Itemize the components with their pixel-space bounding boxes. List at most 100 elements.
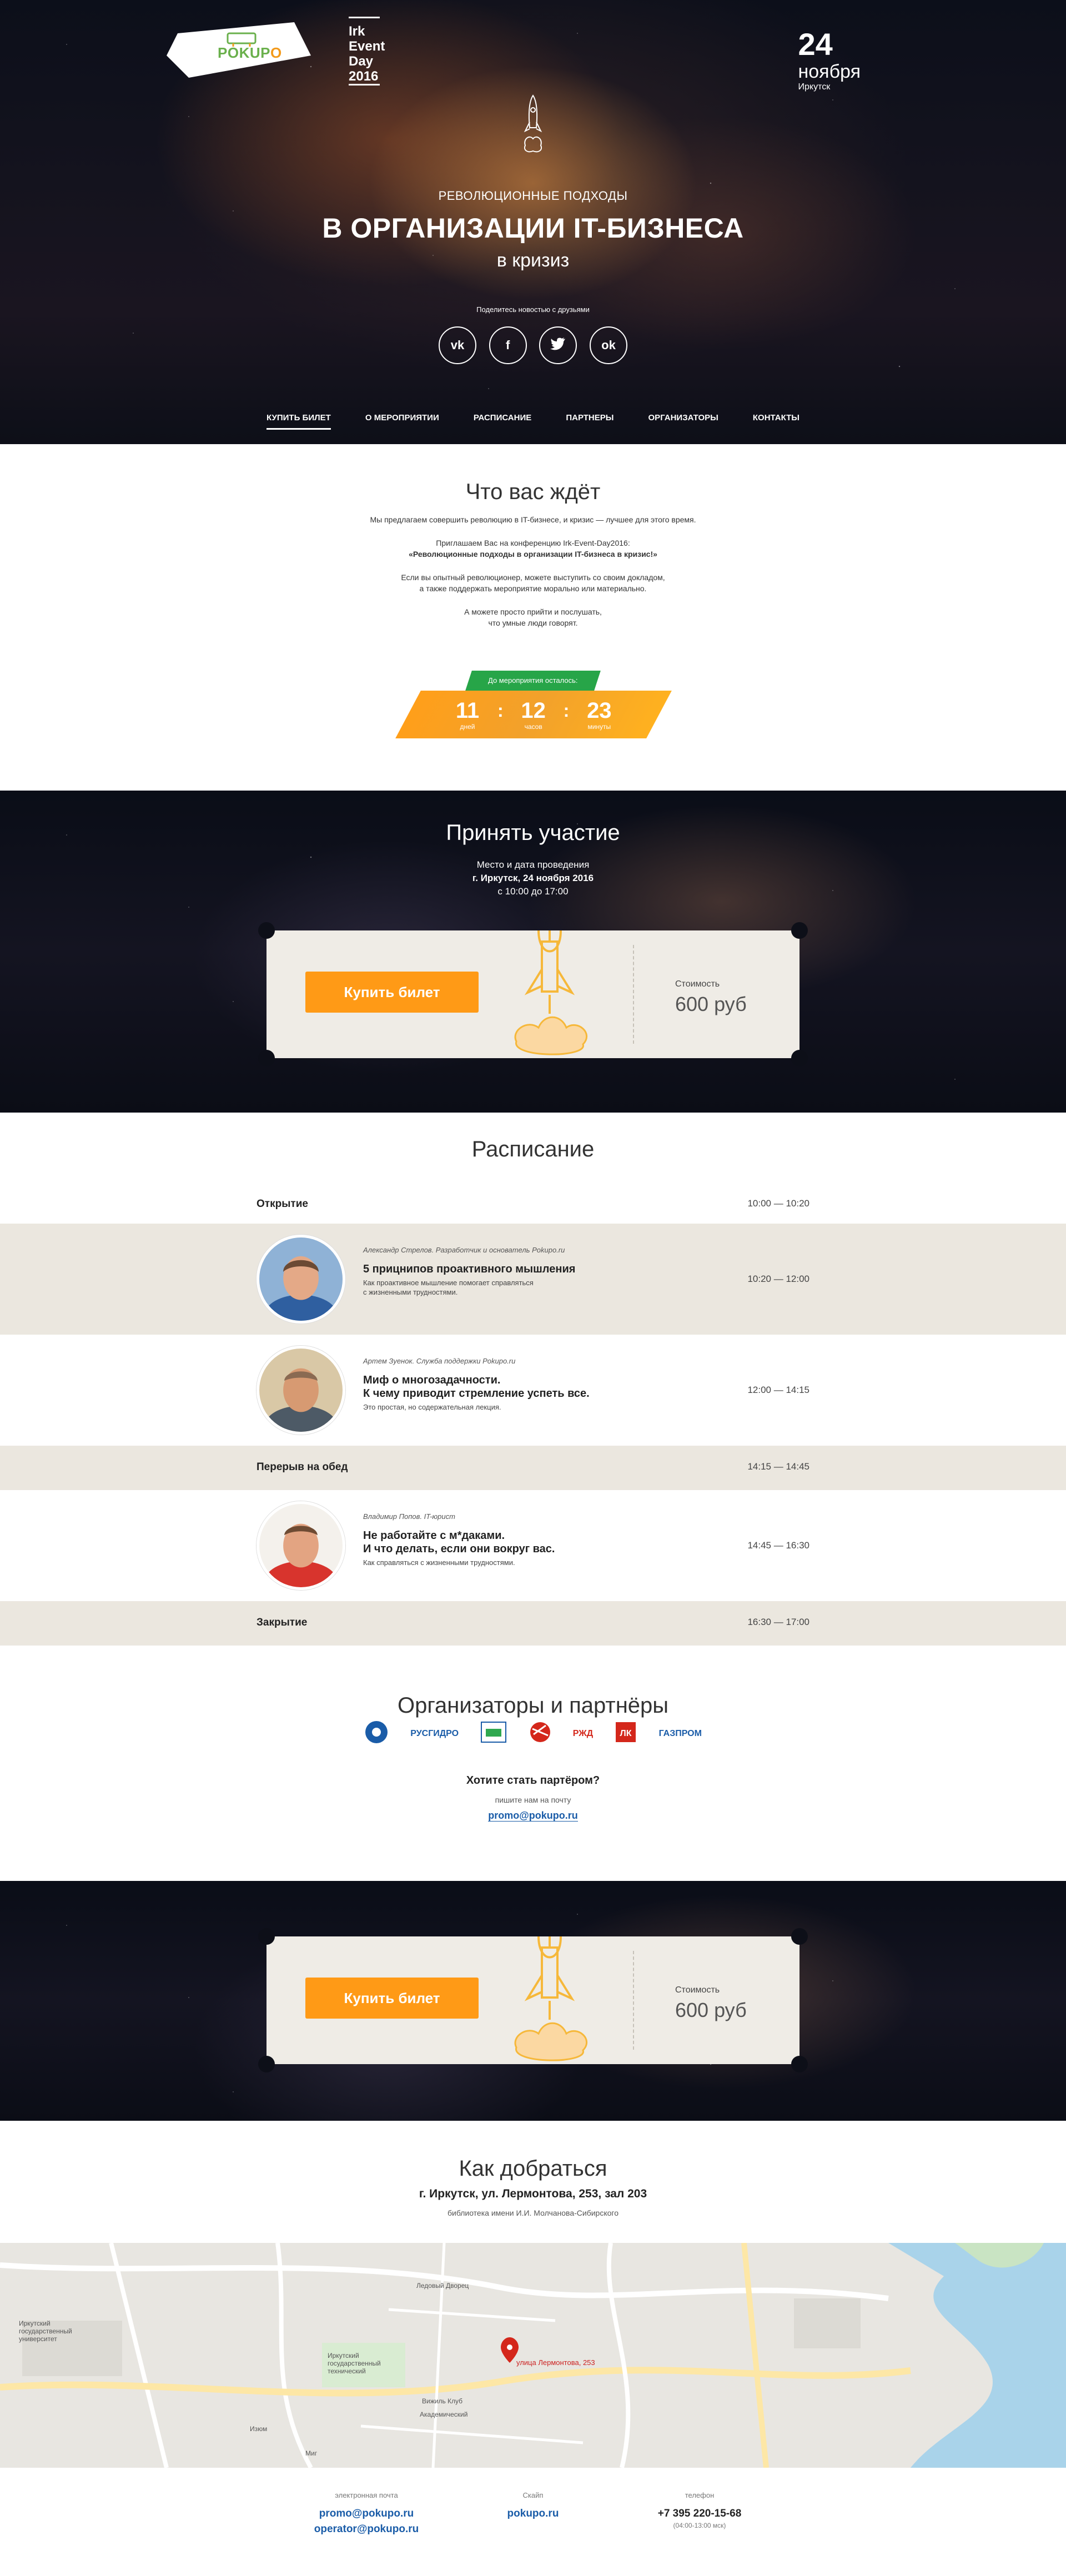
schedule-item-name: Перерыв на обед — [257, 1461, 348, 1473]
footer-email-link[interactable]: promo@pokupo.ru — [300, 2506, 433, 2522]
partner-hint: пишите нам на почту — [495, 1795, 571, 1804]
participate-section: Принять участие Место и дата проведения … — [0, 791, 1066, 1113]
map-label-mig: Миг — [305, 2449, 318, 2457]
about-text: Мы предлагаем совершить революцию в IT-б… — [311, 514, 755, 641]
rocket-launch-icon — [514, 930, 587, 1055]
speaker-avatar — [257, 1235, 345, 1324]
countdown-separator: : — [564, 700, 570, 721]
partner-logo-gazprom[interactable]: ГАЗПРОМ — [659, 1729, 702, 1739]
rocket-launch-icon — [514, 1936, 587, 2061]
schedule-row-talk: Александр Стрелов. Разработчик и основат… — [0, 1224, 1066, 1335]
speaker-name: Артем Зуенок. Служба поддержки Pokupo.ru — [363, 1357, 516, 1365]
talk-title: 5 прицнипов проактивного мышления — [363, 1263, 576, 1275]
schedule-item-name: Открытие — [257, 1198, 308, 1210]
footer-email: электронная почта promo@pokupo.ru operat… — [300, 2491, 433, 2537]
hero-section: POKUPO Irk Event Day 2016 24 ноября Ирку… — [0, 0, 1066, 444]
footer-phone-number[interactable]: +7 395 220-15-68 — [627, 2506, 772, 2522]
footer-email-link[interactable]: operator@pokupo.ru — [300, 2522, 433, 2537]
event-name-line: Event — [349, 39, 385, 54]
buy-ticket-button[interactable]: Купить билет — [305, 972, 479, 1013]
map-label-ice: Ледовый Дворец — [416, 2282, 469, 2290]
vk-share-button[interactable]: vk — [439, 326, 476, 364]
event-name-line: Irk — [349, 24, 365, 39]
map-canvas — [0, 2243, 1066, 2468]
partners-title: Организаторы и партнёры — [397, 1693, 669, 1718]
ticket-card: Купить билет Стоимость 600 руб — [258, 922, 808, 1066]
schedule-item-time: 16:30 — 17:00 — [747, 1617, 809, 1627]
price-label: Стоимость — [675, 1985, 720, 1995]
footer-phone-hours: (04:00-13:00 мск) — [673, 2522, 726, 2529]
ticket-card: Купить билет Стоимость 600 руб — [258, 1928, 808, 2072]
twitter-share-button[interactable] — [539, 326, 577, 364]
footer-skype-link[interactable]: pokupo.ru — [477, 2506, 589, 2522]
nav-buy-ticket[interactable]: КУПИТЬ БИЛЕТ — [266, 413, 331, 430]
logo-wordmark: POKUPO — [218, 44, 282, 61]
rocket-icon — [524, 94, 542, 153]
partners-section: Организаторы и партнёры РУСГИДРО РЖД ЛК … — [0, 1649, 1066, 1881]
ticket-notch — [258, 1050, 275, 1066]
svg-text:ЛК: ЛК — [620, 1729, 632, 1738]
event-date: 24 ноября Иркутск — [798, 28, 861, 92]
footer-skype-label: Скайп — [522, 2491, 544, 2499]
nav-schedule[interactable]: РАСПИСАНИЕ — [474, 413, 531, 430]
facebook-share-button[interactable]: f — [489, 326, 527, 364]
countdown-minutes: 23 минуты — [587, 698, 612, 731]
nav-partners[interactable]: ПАРТНЕРЫ — [566, 413, 614, 430]
partner-logo-rushydro[interactable]: РУСГИДРО — [410, 1729, 459, 1739]
ticket-notch — [791, 922, 808, 939]
talk-description: Как справляться с жизненными трудностями… — [363, 1558, 515, 1567]
ticket-notch — [258, 2056, 275, 2072]
footer: электронная почта promo@pokupo.ru operat… — [0, 2468, 1066, 2557]
ticket-notch — [791, 2056, 808, 2072]
participate-title: Принять участие — [446, 821, 620, 845]
price-label: Стоимость — [675, 979, 720, 989]
partner-logo-rzd[interactable]: РЖД — [573, 1729, 593, 1739]
footer-skype: Скайп pokupo.ru — [477, 2491, 589, 2522]
map-label-izum: Изюм — [250, 2425, 268, 2433]
location-map[interactable]: Ледовый Дворец Иркутский государственный… — [0, 2243, 1066, 2468]
nav-about[interactable]: О МЕРОПРИЯТИИ — [365, 413, 439, 430]
event-name-line: Day — [349, 54, 374, 69]
countdown-separator: : — [497, 700, 504, 721]
talk-title: Миф о многозадачности. К чему приводит ст… — [363, 1374, 590, 1400]
event-name-line: 2016 — [349, 69, 380, 85]
ticket-notch — [791, 1050, 808, 1066]
site-logo[interactable]: POKUPO — [167, 22, 311, 78]
about-line: что умные люди говорят. — [488, 618, 578, 627]
partner-logo-lukoil[interactable]: ЛК — [615, 1721, 637, 1746]
buy-ticket-band: Купить билет Стоимость 600 руб — [0, 1881, 1066, 2121]
date-city: Иркутск — [798, 82, 831, 92]
nav-organizers[interactable]: ОРГАНИЗАТОРЫ — [648, 413, 718, 430]
social-share-buttons: vk f ok — [439, 326, 627, 364]
directions-section: Как добраться г. Иркутск, ул. Лермонтова… — [0, 2121, 1066, 2243]
talk-description: Это простая, но содержательная лекция. — [363, 1403, 501, 1411]
schedule-title: Расписание — [471, 1137, 595, 1161]
map-label-university: Иркутский государственный университет — [19, 2320, 72, 2343]
partner-logo-energo[interactable] — [480, 1721, 507, 1746]
event-name: Irk Event Day 2016 — [349, 17, 385, 85]
schedule-row-closing: Закрытие 16:30 — 17:00 — [0, 1601, 1066, 1646]
ticket-notch — [258, 922, 275, 939]
about-paragraph: А можете просто прийти и послушать, что … — [311, 606, 755, 628]
schedule-item-name: Закрытие — [257, 1617, 308, 1628]
partner-logo-rosatom[interactable] — [364, 1720, 389, 1747]
partner-question: Хотите стать партёром? — [466, 1774, 600, 1787]
facebook-icon: f — [505, 338, 510, 352]
nav-contacts[interactable]: КОНТАКТЫ — [753, 413, 800, 430]
venue-label: Место и дата проведения — [476, 859, 590, 870]
share-label: Поделитесь новостью с друзьями — [476, 305, 590, 314]
partner-email-link[interactable]: promo@pokupo.ru — [488, 1810, 578, 1822]
ticket-divider — [633, 1951, 634, 2050]
twitter-icon — [550, 337, 566, 354]
directions-title: Как добраться — [459, 2156, 607, 2181]
talk-description: Как проактивное мышление помогает справл… — [363, 1279, 534, 1296]
buy-ticket-button[interactable]: Купить билет — [305, 1978, 479, 2019]
map-pin-label: улица Лермонтова, 253 — [516, 2358, 595, 2367]
venue-address: г. Иркутск, ул. Лермонтова, 253, зал 203 — [419, 2187, 647, 2200]
price-value: 600 руб — [675, 1999, 747, 2021]
odnoklassniki-share-button[interactable]: ok — [589, 326, 627, 364]
footer-email-label: электронная почта — [335, 2491, 398, 2499]
schedule-row-talk: Артем Зуенок. Служба поддержки Pokupo.ru… — [0, 1335, 1066, 1446]
partner-logo-red-ball[interactable] — [529, 1721, 551, 1746]
ticket-notch — [258, 1928, 275, 1945]
